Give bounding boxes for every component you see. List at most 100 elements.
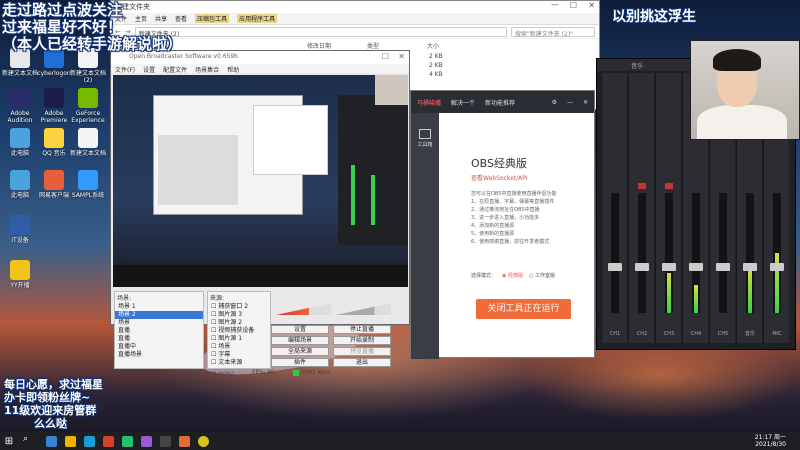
fader-knob[interactable] bbox=[635, 263, 649, 271]
obs-classic-icon[interactable] bbox=[179, 435, 190, 447]
desktop-icon[interactable]: SAMPL系统 bbox=[70, 170, 106, 199]
minimize-icon[interactable]: — bbox=[567, 99, 573, 106]
source-item[interactable]: ☐ 文本来源 bbox=[208, 359, 270, 367]
audio-app-icon[interactable] bbox=[141, 435, 152, 447]
desktop-icon[interactable]: QQ 音乐 bbox=[36, 128, 72, 157]
source-item[interactable]: ☐ 场景 bbox=[208, 343, 270, 351]
settings-button[interactable]: 设置 bbox=[271, 325, 329, 334]
fader-track[interactable] bbox=[611, 193, 619, 313]
desktop-icon[interactable]: 此电脑 bbox=[2, 170, 38, 199]
exit-button[interactable]: 退出 bbox=[333, 358, 391, 367]
close-icon[interactable]: ✕ bbox=[398, 52, 405, 61]
mic-volume-meter[interactable] bbox=[336, 303, 391, 315]
media-app-icon[interactable] bbox=[103, 435, 114, 447]
desktop-icon[interactable]: YY开播 bbox=[2, 260, 38, 289]
source-item[interactable]: ☐ 视频捕获设备 bbox=[208, 327, 270, 335]
start-record-button[interactable]: 开始录制 bbox=[333, 336, 391, 345]
close-icon[interactable]: ✕ bbox=[583, 99, 588, 106]
source-item[interactable]: ☐ 捕获窗口 2 bbox=[208, 303, 270, 311]
scene-item[interactable]: 直播 bbox=[115, 335, 203, 343]
system-clock[interactable]: 21:17 周一 2021/8/30 bbox=[755, 434, 786, 448]
gear-icon[interactable]: ⚙ bbox=[552, 99, 557, 106]
explorer-title-bar[interactable]: 新建文件夹 ✕ ☐ — bbox=[111, 0, 599, 13]
minimize-icon[interactable]: — bbox=[551, 0, 559, 9]
toolbox-icon[interactable] bbox=[419, 129, 431, 139]
mixer-channel-strip[interactable]: CH3 bbox=[655, 73, 681, 343]
source-item[interactable]: ☐ 图片源 2 bbox=[208, 319, 270, 327]
menu-item[interactable]: 文件(F) bbox=[115, 65, 135, 74]
menu-item[interactable]: 场景集合 bbox=[195, 65, 219, 74]
search-input[interactable]: 搜索"新建文件夹 (2)" bbox=[511, 26, 595, 38]
scene-item[interactable]: 直播场景 bbox=[115, 351, 203, 359]
ribbon-tab[interactable]: 应用程序工具 bbox=[237, 14, 278, 23]
desktop-icon[interactable]: Adobe Audition bbox=[2, 88, 38, 124]
mute-indicator[interactable] bbox=[638, 183, 646, 189]
chat-app-icon[interactable] bbox=[122, 435, 133, 447]
close-icon[interactable]: ✕ bbox=[588, 1, 595, 10]
fader-knob[interactable] bbox=[608, 263, 622, 271]
channel-label: CH2 bbox=[636, 331, 648, 337]
source-item[interactable]: ☐ 图片源 1 bbox=[208, 335, 270, 343]
file-explorer-icon[interactable] bbox=[65, 435, 76, 447]
column-header[interactable]: 类型 bbox=[367, 41, 427, 50]
maximize-icon[interactable]: ☐ bbox=[570, 1, 577, 10]
mute-indicator[interactable] bbox=[665, 183, 673, 189]
maximize-icon[interactable]: ☐ bbox=[382, 52, 389, 61]
obs-icon[interactable] bbox=[160, 435, 171, 447]
source-item[interactable]: ☐ 图片源 3 bbox=[208, 311, 270, 319]
mixer-channel-strip[interactable]: CH1 bbox=[601, 73, 627, 343]
browser-icon[interactable] bbox=[84, 435, 95, 447]
fader-knob[interactable] bbox=[662, 263, 676, 271]
scene-item[interactable]: 直播中 bbox=[115, 343, 203, 351]
scene-item[interactable]: 场景 bbox=[115, 319, 203, 327]
global-sources-button[interactable]: 全局来源 bbox=[271, 347, 329, 356]
yy-icon[interactable] bbox=[198, 435, 209, 447]
ribbon-tab[interactable]: 压缩包工具 bbox=[195, 14, 230, 23]
dialog-tab[interactable]: 马桶喵播 bbox=[417, 98, 441, 107]
channel-label: CH1 bbox=[609, 331, 621, 337]
fader-knob[interactable] bbox=[716, 263, 730, 271]
menu-item[interactable]: 配置文件 bbox=[163, 65, 187, 74]
address-bar[interactable]: 新建文件夹 (2) bbox=[134, 26, 507, 38]
edit-scene-button[interactable]: 编辑场景 bbox=[271, 336, 329, 345]
desktop-icon[interactable]: 此电脑 bbox=[2, 128, 38, 157]
desktop-icon[interactable]: 新建文本文档 (2) bbox=[70, 48, 106, 84]
fader-track[interactable] bbox=[719, 193, 727, 313]
desktop-icon[interactable]: GeForce Experience bbox=[70, 88, 106, 124]
fader-track[interactable] bbox=[638, 193, 646, 313]
dialog-tab[interactable]: 解决一个 bbox=[451, 98, 475, 107]
plugins-button[interactable]: 插件 bbox=[271, 358, 329, 367]
scene-item[interactable]: 直播 bbox=[115, 327, 203, 335]
mode-option[interactable]: ○ 工作室版 bbox=[529, 272, 555, 279]
file-size: 2 KB bbox=[429, 53, 443, 60]
desktop-icon[interactable]: 新建文本文档 bbox=[70, 128, 106, 157]
desktop-icon[interactable]: IT设备 bbox=[2, 215, 38, 244]
search-icon[interactable]: ⌕ bbox=[23, 434, 37, 448]
scene-item[interactable]: 场景 1 bbox=[115, 303, 203, 311]
preview-stream-button[interactable]: 预览直播 bbox=[333, 347, 391, 356]
obs-preview[interactable] bbox=[113, 75, 408, 287]
mixer-channel-strip[interactable]: CH2 bbox=[628, 73, 654, 343]
fader-knob[interactable] bbox=[689, 263, 703, 271]
menu-item[interactable]: 帮助 bbox=[227, 65, 239, 74]
stop-stream-button[interactable]: 停止直播 bbox=[333, 325, 391, 334]
obs-window[interactable]: Open Broadcaster Software v0.659b ✕ ☐ 文件… bbox=[110, 50, 410, 378]
desktop-volume-meter[interactable] bbox=[276, 303, 331, 315]
scene-item[interactable]: 场景 2 bbox=[115, 311, 203, 319]
desktop-icon[interactable]: Adobe Premiere bbox=[36, 88, 72, 124]
desktop-icon[interactable]: 网易客户端 bbox=[36, 170, 72, 199]
run-button[interactable]: 关闭工具正在运行 bbox=[476, 299, 571, 319]
column-header[interactable]: 修改日期 bbox=[307, 41, 367, 50]
mode-option[interactable]: ◉ 经典版 bbox=[502, 272, 523, 279]
fader-knob[interactable] bbox=[770, 263, 784, 271]
menu-item[interactable]: 设置 bbox=[143, 65, 155, 74]
column-header[interactable]: 大小 bbox=[427, 41, 487, 50]
file-size: 4 KB bbox=[429, 71, 443, 78]
windows-start-icon[interactable]: ⊞ bbox=[0, 432, 18, 450]
obs-classic-dialog[interactable]: 马桶喵播 解决一个 新功能推荐 ⚙ — ✕ 工具箱 OBS经典版 查看WebSo… bbox=[410, 90, 595, 359]
websocket-link[interactable]: 查看WebSocket/API bbox=[471, 173, 566, 182]
source-item[interactable]: ☐ 字幕 bbox=[208, 351, 270, 359]
task-view-icon[interactable] bbox=[46, 435, 57, 447]
dialog-tab[interactable]: 新功能推荐 bbox=[485, 98, 515, 107]
fader-knob[interactable] bbox=[743, 263, 757, 271]
